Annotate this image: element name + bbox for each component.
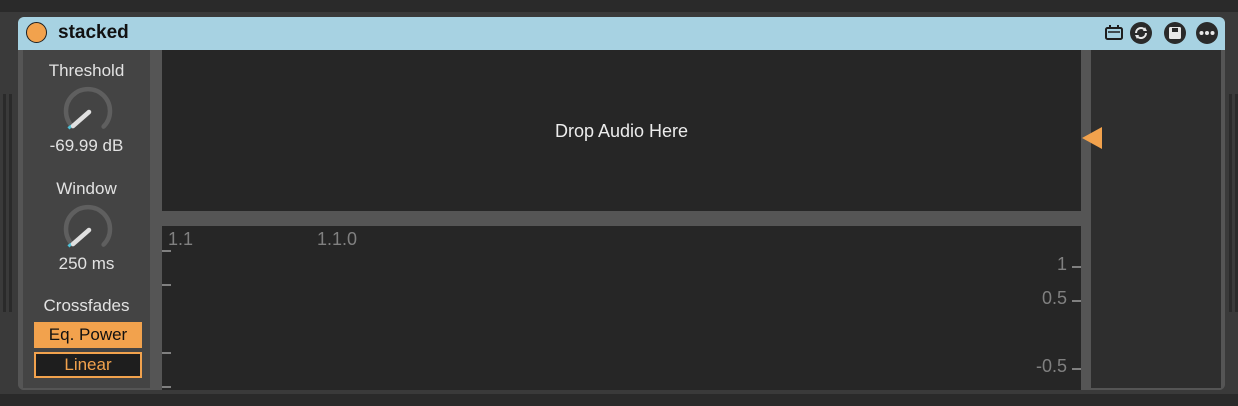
axis-tick <box>1072 300 1081 302</box>
window-value[interactable]: 250 ms <box>23 254 150 274</box>
waveform-display[interactable]: 1.1 1.1.0 1 0.5 -0.5 <box>162 226 1081 390</box>
time-label-start: 1.1 <box>168 229 194 249</box>
device-body: Threshold -69.99 dB Window 250 ms Crossf… <box>18 50 1225 390</box>
window-label: Window <box>56 179 117 198</box>
device-title-bar[interactable]: stacked <box>18 17 1225 50</box>
window-knob[interactable] <box>61 202 115 261</box>
top-track-bar <box>0 0 1238 12</box>
left-edge-handle[interactable] <box>0 94 14 312</box>
output-panel <box>1091 50 1221 388</box>
axis-tick <box>162 352 171 354</box>
bottom-track-bar <box>0 394 1238 406</box>
linear-button[interactable]: Linear <box>34 352 142 378</box>
more-icon[interactable] <box>1196 22 1218 44</box>
time-label-second: 1.1.0 <box>317 229 358 249</box>
eq-power-button[interactable]: Eq. Power <box>34 322 142 348</box>
hot-swap-icon[interactable] <box>1130 22 1152 44</box>
drop-audio-zone[interactable]: Drop Audio Here <box>162 50 1081 211</box>
axis-tick <box>1072 368 1081 370</box>
map-icon[interactable] <box>1103 22 1125 44</box>
axis-tick <box>1072 266 1081 268</box>
playhead-marker-icon[interactable] <box>1082 127 1102 149</box>
right-edge-handle[interactable] <box>1226 94 1238 312</box>
axis-tick <box>162 386 171 388</box>
device-panel: stacked Threshold -69.99 dB Window 250 m… <box>18 17 1225 390</box>
axis-tick <box>162 284 171 286</box>
amplitude-label-minus-0-5: -0.5 <box>1035 356 1067 376</box>
save-icon[interactable] <box>1164 22 1186 44</box>
amplitude-label-0-5: 0.5 <box>1041 288 1067 308</box>
power-icon[interactable] <box>26 22 47 43</box>
threshold-label: Threshold <box>48 61 125 80</box>
threshold-value[interactable]: -69.99 dB <box>23 136 150 156</box>
drop-audio-text: Drop Audio Here <box>554 121 689 141</box>
controls-panel: Threshold -69.99 dB Window 250 ms Crossf… <box>23 50 150 388</box>
threshold-knob[interactable] <box>61 84 115 143</box>
axis-tick <box>162 250 171 252</box>
crossfades-label: Crossfades <box>43 296 130 315</box>
amplitude-label-1: 1 <box>1056 254 1067 274</box>
device-title: stacked <box>58 22 129 43</box>
